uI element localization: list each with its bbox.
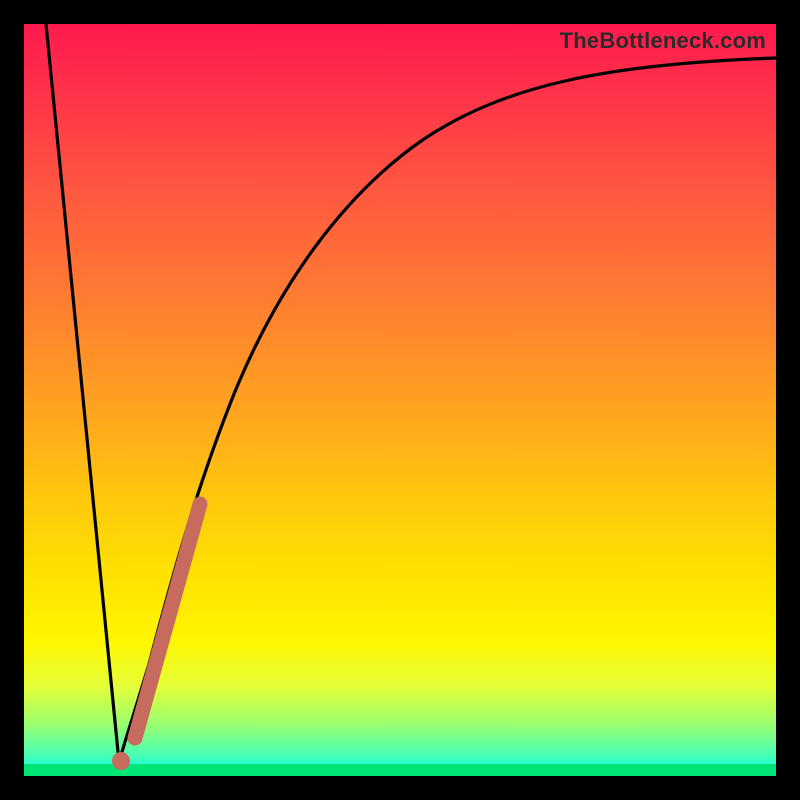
bottleneck-curve xyxy=(24,24,776,776)
highlight-segment xyxy=(135,504,200,738)
plot-area: TheBottleneck.com xyxy=(24,24,776,776)
chart-frame: TheBottleneck.com xyxy=(0,0,800,800)
minimum-dot xyxy=(112,752,130,770)
curve-left-branch xyxy=(46,24,119,762)
curve-right-branch xyxy=(119,58,776,762)
